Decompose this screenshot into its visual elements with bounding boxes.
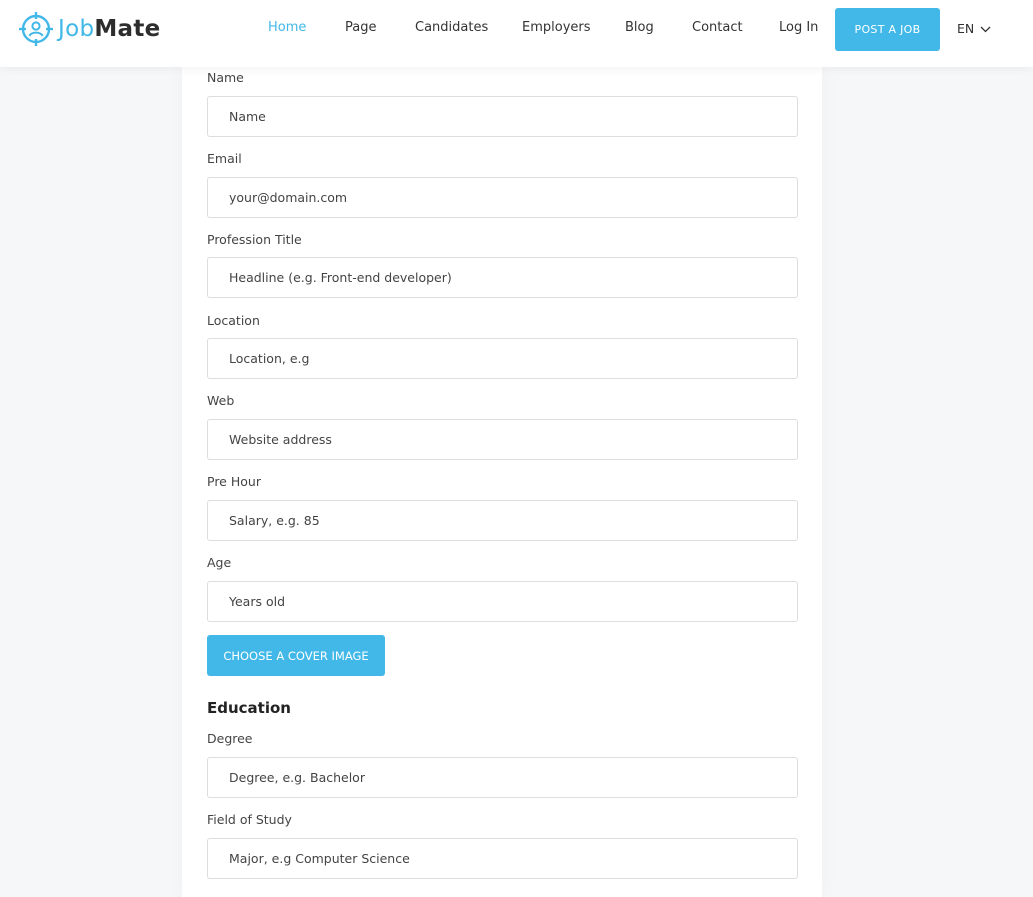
nav-page[interactable]: Page xyxy=(345,20,376,35)
post-job-button[interactable]: POST A JOB xyxy=(835,8,940,51)
location-input[interactable] xyxy=(207,338,798,379)
profession-title-input[interactable] xyxy=(207,257,798,298)
nav-login[interactable]: Log In xyxy=(779,20,818,35)
pre-hour-input[interactable] xyxy=(207,500,798,541)
target-person-icon xyxy=(18,11,54,47)
nav-blog[interactable]: Blog xyxy=(625,20,654,35)
field-of-study-input[interactable] xyxy=(207,838,798,879)
location-label: Location xyxy=(207,313,260,328)
profession-title-label: Profession Title xyxy=(207,232,302,247)
nav-candidates[interactable]: Candidates xyxy=(415,20,488,35)
chevron-down-icon xyxy=(974,21,991,36)
age-label: Age xyxy=(207,555,232,570)
nav-home[interactable]: Home xyxy=(268,20,306,35)
logo-text-mate: Mate xyxy=(94,16,161,42)
field-of-study-label: Field of Study xyxy=(207,812,292,827)
language-selector[interactable]: EN xyxy=(957,21,991,36)
age-input[interactable] xyxy=(207,581,798,622)
language-label: EN xyxy=(957,21,975,36)
education-heading: Education xyxy=(207,699,291,717)
name-input[interactable] xyxy=(207,96,798,137)
logo[interactable]: JobMate xyxy=(18,11,161,47)
email-label: Email xyxy=(207,151,242,166)
pre-hour-label: Pre Hour xyxy=(207,474,261,489)
email-input[interactable] xyxy=(207,177,798,218)
name-label: Name xyxy=(207,70,244,85)
web-label: Web xyxy=(207,393,235,408)
logo-text: JobMate xyxy=(58,16,161,42)
degree-input[interactable] xyxy=(207,757,798,798)
web-input[interactable] xyxy=(207,419,798,460)
nav-employers[interactable]: Employers xyxy=(522,20,591,35)
nav-contact[interactable]: Contact xyxy=(692,20,743,35)
site-header: JobMate Home Page Candidates Employers B… xyxy=(0,0,1033,67)
logo-text-job: Job xyxy=(58,16,95,42)
choose-cover-image-button[interactable]: CHOOSE A COVER IMAGE xyxy=(207,635,385,676)
degree-label: Degree xyxy=(207,731,253,746)
